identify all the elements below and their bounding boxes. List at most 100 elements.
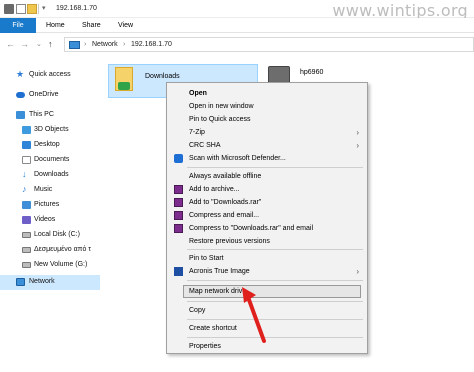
- menu-item-label: 7-Zip: [189, 129, 205, 136]
- sidebar-item-reserved-drive[interactable]: Δεσμευμένο από τ: [0, 243, 100, 258]
- breadcrumb-chevron-icon[interactable]: ›: [84, 41, 86, 48]
- menu-separator: [187, 249, 363, 250]
- sidebar-item-label: OneDrive: [29, 91, 59, 98]
- sidebar-item-label: Pictures: [34, 201, 60, 208]
- menu-separator: [187, 280, 363, 281]
- menu-item-acronis[interactable]: Acronis True Image ›: [167, 265, 367, 278]
- menu-item-label: Open: [189, 90, 207, 97]
- drive-icon: [22, 247, 31, 253]
- download-icon: ↓: [22, 169, 27, 179]
- menu-item-label: Copy: [189, 307, 206, 314]
- sidebar-item-local-disk[interactable]: Local Disk (C:): [0, 228, 100, 243]
- ribbon-tabs: File Home Share View: [0, 18, 474, 33]
- menu-item-label: Create shortcut: [189, 325, 237, 332]
- winrar-icon: [174, 198, 183, 207]
- menu-item-add-archive[interactable]: Add to archive...: [167, 183, 367, 196]
- menu-item-label: Open in new window: [189, 103, 254, 110]
- winrar-icon: [174, 185, 183, 194]
- menu-item-label: Add to archive...: [189, 186, 240, 193]
- submenu-arrow-icon: ›: [356, 128, 359, 137]
- sidebar-item-videos[interactable]: Videos: [0, 213, 100, 228]
- sidebar-item-label: Music: [34, 186, 53, 193]
- menu-separator: [187, 301, 363, 302]
- sidebar-item-label: Videos: [34, 216, 56, 223]
- back-icon[interactable]: ←: [6, 39, 15, 49]
- customize-quick-access-icon[interactable]: ▾: [42, 4, 46, 12]
- printer-label[interactable]: hp6960: [300, 69, 323, 76]
- sidebar-item-downloads[interactable]: ↓ Downloads: [0, 168, 100, 183]
- sidebar-item-music[interactable]: ♪ Music: [0, 183, 100, 198]
- menu-item-scan-defender[interactable]: Scan with Microsoft Defender...: [167, 152, 367, 165]
- recent-locations-icon[interactable]: ⌄: [36, 40, 42, 48]
- window-title: 192.168.1.70: [56, 5, 97, 12]
- sidebar-item-label: Desktop: [34, 141, 60, 148]
- defender-icon: [174, 154, 183, 163]
- sidebar-item-new-volume[interactable]: New Volume (G:): [0, 258, 100, 273]
- sidebar-item-label: New Volume (G:): [34, 261, 88, 268]
- submenu-arrow-icon: ›: [356, 267, 359, 276]
- tab-file[interactable]: File: [0, 18, 36, 33]
- menu-item-label: Compress and email...: [189, 212, 260, 219]
- menu-separator: [187, 337, 363, 338]
- menu-item-label: Pin to Quick access: [189, 116, 251, 123]
- menu-item-label: Always available offline: [189, 173, 262, 180]
- menu-item-compress-email[interactable]: Compress and email...: [167, 209, 367, 222]
- menu-item-compress-rar-email[interactable]: Compress to "Downloads.rar" and email: [167, 222, 367, 235]
- address-box[interactable]: › Network › 192.168.1.70: [64, 37, 474, 52]
- menu-item-always-offline[interactable]: Always available offline: [167, 170, 367, 183]
- tab-view[interactable]: View: [112, 18, 139, 33]
- sidebar-item-label: Quick access: [29, 71, 71, 78]
- videos-icon: [22, 216, 31, 224]
- menu-separator: [187, 319, 363, 320]
- new-folder-icon[interactable]: [27, 4, 37, 14]
- menu-item-label: Properties: [189, 343, 221, 350]
- app-icon: [4, 4, 14, 14]
- menu-item-label: Add to "Downloads.rar": [189, 199, 262, 206]
- sidebar-item-label: 3D Objects: [34, 126, 69, 133]
- sidebar-item-network[interactable]: Network: [0, 275, 100, 290]
- menu-item-crc-sha[interactable]: CRC SHA ›: [167, 139, 367, 152]
- acronis-icon: [174, 267, 183, 276]
- address-bar-row: ← → ⌄ ↑ › Network › 192.168.1.70: [0, 33, 474, 55]
- menu-item-open-new-window[interactable]: Open in new window: [167, 100, 367, 113]
- title-bar: ▾ 192.168.1.70 www.wintips.org: [0, 0, 474, 20]
- sidebar-item-this-pc[interactable]: This PC: [0, 108, 100, 123]
- share-badge-icon: [118, 82, 130, 90]
- sidebar-item-onedrive[interactable]: OneDrive: [0, 88, 100, 103]
- menu-separator: [187, 167, 363, 168]
- menu-item-7zip[interactable]: 7-Zip ›: [167, 126, 367, 139]
- tab-share[interactable]: Share: [76, 18, 107, 33]
- sidebar-item-3d-objects[interactable]: 3D Objects: [0, 123, 100, 138]
- network-icon: [69, 41, 80, 49]
- tab-home[interactable]: Home: [40, 18, 71, 33]
- menu-item-label: Pin to Start: [189, 255, 224, 262]
- cloud-icon: [16, 92, 25, 98]
- menu-item-label: Compress to "Downloads.rar" and email: [189, 225, 314, 232]
- breadcrumb-chevron-icon[interactable]: ›: [123, 41, 125, 48]
- winrar-icon: [174, 211, 183, 220]
- sidebar-item-label: Downloads: [34, 171, 69, 178]
- menu-item-label: CRC SHA: [189, 142, 221, 149]
- submenu-arrow-icon: ›: [356, 141, 359, 150]
- menu-item-pin-quick-access[interactable]: Pin to Quick access: [167, 113, 367, 126]
- divider: [38, 4, 39, 14]
- menu-item-add-downloads-rar[interactable]: Add to "Downloads.rar": [167, 196, 367, 209]
- sidebar-item-pictures[interactable]: Pictures: [0, 198, 100, 213]
- sidebar-item-desktop[interactable]: Desktop: [0, 138, 100, 153]
- menu-item-restore-versions[interactable]: Restore previous versions: [167, 235, 367, 248]
- computer-icon: [16, 111, 25, 119]
- desktop-icon: [22, 141, 31, 149]
- menu-item-pin-start[interactable]: Pin to Start: [167, 252, 367, 265]
- sidebar-item-documents[interactable]: Documents: [0, 153, 100, 168]
- drive-icon: [22, 232, 31, 238]
- sidebar-item-label: Local Disk (C:): [34, 231, 80, 238]
- sidebar-item-quick-access[interactable]: ★ Quick access: [0, 68, 100, 83]
- sidebar-item-label: Documents: [34, 156, 70, 163]
- menu-item-open[interactable]: Open: [167, 87, 367, 100]
- forward-icon[interactable]: →: [20, 39, 29, 49]
- breadcrumb-network[interactable]: Network: [92, 41, 118, 48]
- properties-icon[interactable]: [16, 4, 26, 14]
- breadcrumb-host[interactable]: 192.168.1.70: [131, 41, 172, 48]
- up-icon[interactable]: ↑: [48, 39, 53, 49]
- pictures-icon: [22, 201, 31, 209]
